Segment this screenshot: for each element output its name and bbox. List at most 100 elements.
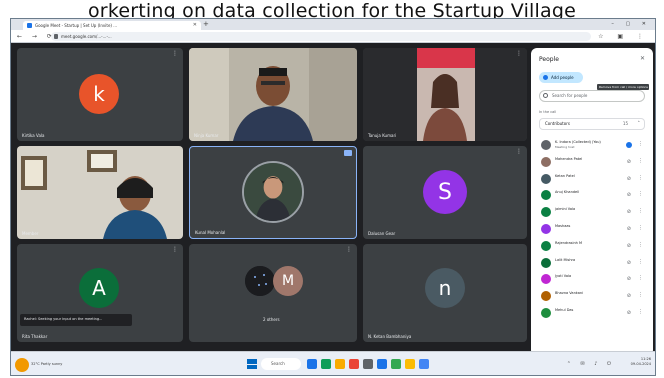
mic-muted-icon[interactable]: ⊘ [627,226,631,232]
participant-row[interactable]: Ketan Patel ⊘ ⋮ [539,171,649,188]
address-bar-icons[interactable]: ☆ ▣ ⋮ [598,32,649,41]
tile-more-icon[interactable]: ⋮ [516,51,522,57]
address-bar: ← → ⟳ meet.google.com/...-...-... ☆ ▣ ⋮ [11,30,655,43]
participant-tile[interactable]: k ⋮ Kirtika Vala [17,48,183,141]
participant-tile[interactable]: S ⋮ Dalusan Gear [363,146,527,239]
participant-video [189,48,357,141]
url-text: meet.google.com/...-...-... [61,34,112,39]
participant-tile[interactable]: Kunal Mohanlal [189,146,357,239]
participant-row-name: Mehul Das [555,307,574,312]
participant-tile[interactable]: A ⋮ Rachel: Seeking your input on the me… [17,244,183,342]
participant-row-name: Ketan Patel [555,173,575,178]
participant-avatar: S [423,170,467,214]
system-clock[interactable]: 11:26 09-04-2024 [631,357,651,367]
participant-row[interactable]: Jyoti Vala ⊘ ⋮ [539,271,649,288]
taskbar-app-icon[interactable] [363,359,373,369]
participant-tile-group[interactable]: M ⋮ 2 others [189,244,357,342]
taskbar-app-icon[interactable] [335,359,345,369]
more-icon[interactable]: ⋮ [638,259,643,265]
tab-title: Google Meet - Startup | Set Up (Invite) … [35,23,118,28]
pin-icon[interactable] [344,150,352,156]
participant-row[interactable]: Anuj Khandell ⊘ ⋮ [539,187,649,204]
participant-name: Dalusan Gear [368,231,396,236]
browser-tab-bar: Google Meet - Startup | Set Up (Invite) … [11,19,655,30]
caption-note: Rachel: Seeking your input on the meetin… [20,314,132,326]
mic-muted-icon[interactable]: ⊘ [627,310,631,316]
tab-close-icon[interactable]: ✕ [193,21,197,30]
meet-favicon-icon [27,23,32,28]
participant-row[interactable]: jaimini Vala ⊘ ⋮ [539,204,649,221]
more-icon[interactable]: ⋮ [638,242,643,248]
participant-row-avatar [541,173,551,184]
participant-row[interactable]: Rajendrasinh M ⊘ ⋮ [539,238,649,255]
taskbar-app-icon[interactable] [349,359,359,369]
windows-start-icon[interactable] [247,359,257,369]
add-people-button[interactable]: Add people [539,72,583,83]
more-icon[interactable]: ⋮ [638,191,643,197]
taskbar-app-icon[interactable] [307,359,317,369]
participant-row-name: Anuj Khandell [555,190,580,195]
mic-muted-icon[interactable]: ⊘ [627,159,631,165]
taskbar-app-icon[interactable] [377,359,387,369]
contributors-dropdown[interactable]: Contributors 15 ˄ [539,118,645,130]
window-controls[interactable]: – ▢ ✕ [611,19,651,30]
participant-tile-video[interactable]: Member [17,146,183,239]
more-icon[interactable]: ⋮ [638,275,643,281]
participant-row-avatar [541,291,551,302]
tooltip: Remove from call / more options [597,84,649,90]
taskbar-app-icon[interactable] [419,359,429,369]
meet-stage: k ⋮ Kirtika Vala Ninja Kumar ⋮ Tanuja Ku… [11,44,655,375]
more-icon[interactable]: ⋮ [638,208,643,214]
participant-row-avatar [541,257,551,268]
more-icon[interactable]: ⋮ [638,175,643,181]
taskbar-search-input[interactable]: Search [261,358,301,370]
participant-tile-video[interactable]: Ninja Kumar [189,48,357,141]
tile-more-icon[interactable]: ⋮ [172,247,178,253]
url-field[interactable]: meet.google.com/...-...-... [51,32,591,41]
weather-icon[interactable] [15,358,29,372]
more-icon[interactable]: ⋮ [638,292,643,298]
participant-row-role: Meeting host [555,145,575,149]
close-icon[interactable]: ✕ [640,55,645,62]
participant-row-avatar [541,156,551,167]
mic-muted-icon[interactable]: ⊘ [627,209,631,215]
participant-row[interactable]: Bhavna Vankani ⊘ ⋮ [539,288,649,305]
taskbar-app-icon[interactable] [391,359,401,369]
participant-tile-video[interactable]: ⋮ Tanuja Kumari [363,48,527,141]
tile-more-icon[interactable]: ⋮ [516,149,522,155]
taskbar-app-icon[interactable] [405,359,415,369]
system-tray-icons[interactable]: ⌃ ✉ ♪ ⏻ [567,361,615,367]
new-tab-button[interactable]: + [203,20,209,29]
mic-muted-icon[interactable]: ⊘ [627,276,631,282]
tile-more-icon[interactable]: ⋮ [346,247,352,253]
participant-row[interactable]: Mashaas ⊘ ⋮ [539,221,649,238]
participant-row-name: Mahendra Patel [555,156,583,161]
more-icon[interactable]: ⋮ [638,309,643,315]
more-icon[interactable]: ⋮ [638,141,643,147]
participant-row[interactable]: Lalit Mishra ⊘ ⋮ [539,255,649,272]
more-icon[interactable]: ⋮ [638,158,643,164]
avatar-photo [245,266,275,296]
participant-list: K. Indora (Collected) (You) Meeting host ⋮… [539,137,649,322]
participant-row[interactable]: Mehul Das ⊘ ⋮ [539,305,649,322]
participant-row-name: Mashaas [555,223,571,228]
contributors-label: Contributors [545,121,570,126]
browser-tab[interactable]: Google Meet - Startup | Set Up (Invite) … [23,21,201,30]
participant-name: Member [22,231,39,236]
more-icon[interactable]: ⋮ [638,225,643,231]
people-search-input[interactable]: Search for people [539,90,645,102]
taskbar-app-icon[interactable] [321,359,331,369]
mic-muted-icon[interactable]: ⊘ [627,293,631,299]
mic-muted-icon[interactable]: ⊘ [627,243,631,249]
mic-muted-icon[interactable]: ⊘ [627,260,631,266]
section-label: In the call [539,110,557,114]
mic-muted-icon[interactable]: ⊘ [627,176,631,182]
mic-muted-icon[interactable]: ⊘ [627,192,631,198]
participant-row[interactable]: K. Indora (Collected) (You) Meeting host ⋮ [539,137,649,154]
participant-avatar: n [425,268,465,308]
participant-row[interactable]: Mahendra Patel ⊘ ⋮ [539,154,649,171]
tile-more-icon[interactable]: ⋮ [172,51,178,57]
participant-tile[interactable]: n N. Ketan Bambhaniya [363,244,527,342]
panel-title: People [539,56,559,63]
lock-icon [54,34,58,39]
